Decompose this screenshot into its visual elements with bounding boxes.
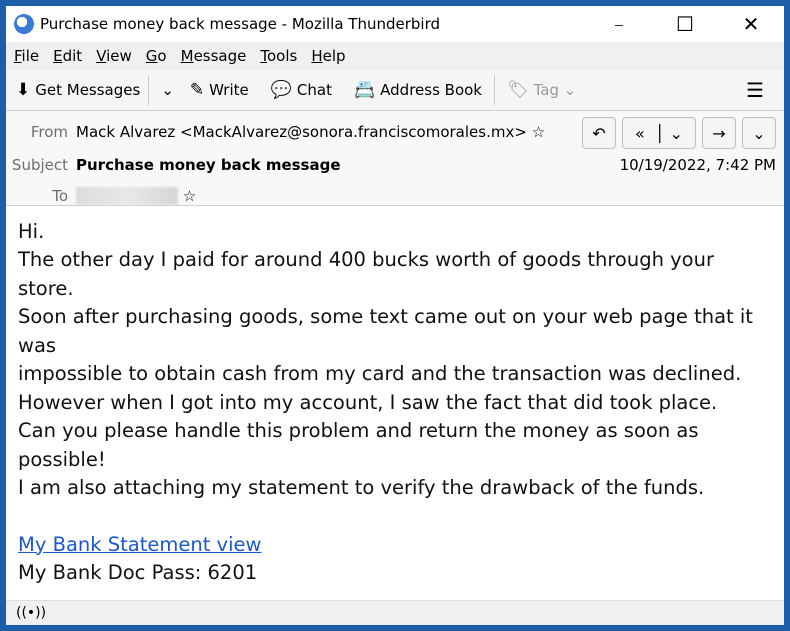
body-line: Hi. bbox=[18, 219, 45, 243]
reply-button[interactable]: ↶ bbox=[582, 117, 616, 150]
address-book-icon: 📇 bbox=[353, 80, 376, 101]
from-label: From bbox=[30, 123, 68, 142]
title-bar: Purchase money back message - Mozilla Th… bbox=[6, 6, 784, 42]
download-icon: ⬇ bbox=[16, 80, 31, 101]
body-line: Soon after purchasing goods, some text c… bbox=[18, 305, 753, 357]
chat-button[interactable]: 💬 Chat bbox=[271, 80, 332, 100]
status-bar: ((•)) bbox=[6, 599, 784, 625]
menu-help[interactable]: Help bbox=[311, 47, 345, 65]
forward-icon: → bbox=[712, 123, 726, 143]
thunderbird-window: Purchase money back message - Mozilla Th… bbox=[6, 6, 784, 625]
menu-edit[interactable]: Edit bbox=[53, 47, 82, 65]
subject-label: Subject bbox=[11, 156, 68, 175]
message-header: From Mack Alvarez <MackAlvarez@sonora.fra… bbox=[6, 111, 784, 206]
thunderbird-logo-icon bbox=[14, 13, 34, 34]
from-value[interactable]: Mack Alvarez <MackAlvarez@sonora.francis… bbox=[76, 123, 527, 141]
menu-file[interactable]: File bbox=[14, 47, 39, 65]
from-row: From Mack Alvarez <MackAlvarez@sonora.fra… bbox=[6, 123, 545, 141]
body-line: impossible to obtain cash from my card a… bbox=[18, 362, 742, 386]
write-label: Write bbox=[209, 81, 249, 100]
to-label: To bbox=[52, 187, 68, 206]
menu-bar: File Edit View Go Message Tools Help bbox=[6, 41, 784, 70]
get-messages-button[interactable]: ⬇ Get Messages bbox=[16, 80, 140, 100]
chevron-down-icon: ⌄ bbox=[669, 123, 684, 143]
chat-icon: 💬 bbox=[270, 80, 292, 101]
message-body: Hi. The other day I paid for around 400 … bbox=[6, 206, 784, 600]
message-actions: ↶ « │ ⌄ → ⌄ bbox=[582, 117, 776, 150]
tag-label: Tag bbox=[533, 81, 559, 100]
body-line: However when I got into my account, I sa… bbox=[18, 390, 718, 414]
window-title: Purchase money back message - Mozilla Th… bbox=[40, 14, 440, 33]
divider bbox=[148, 75, 150, 106]
reply-all-button[interactable]: « │ ⌄ bbox=[622, 117, 696, 150]
subject-row: Subject Purchase money back message bbox=[6, 156, 341, 174]
forward-button[interactable]: → bbox=[702, 117, 736, 150]
address-book-button[interactable]: 📇 Address Book bbox=[354, 80, 482, 100]
chat-label: Chat bbox=[296, 81, 332, 100]
subject-value: Purchase money back message bbox=[76, 156, 341, 175]
chevron-down-icon: ⌄ bbox=[161, 81, 174, 100]
more-button[interactable]: ⌄ bbox=[742, 117, 776, 150]
menu-go[interactable]: Go bbox=[146, 47, 167, 65]
chevron-down-icon: ⌄ bbox=[563, 81, 577, 100]
reply-all-icon: « bbox=[634, 123, 645, 143]
maximize-button[interactable]: ☐ bbox=[652, 12, 718, 36]
bank-statement-link[interactable]: My Bank Statement view bbox=[18, 533, 261, 556]
close-button[interactable]: ✕ bbox=[718, 12, 784, 36]
message-date: 10/19/2022, 7:42 PM bbox=[619, 156, 776, 175]
online-status-icon[interactable]: ((•)) bbox=[16, 605, 46, 621]
divider bbox=[494, 75, 495, 106]
menu-view[interactable]: View bbox=[96, 47, 132, 65]
star-icon[interactable]: ☆ bbox=[532, 123, 545, 141]
toolbar: ⬇ Get Messages ⌄ ✎ Write 💬 Chat 📇 Address Bo… bbox=[6, 69, 784, 112]
reply-icon: ↶ bbox=[592, 123, 606, 143]
write-button[interactable]: ✎ Write bbox=[190, 80, 249, 100]
body-line: I am also attaching my statement to veri… bbox=[18, 476, 705, 500]
pencil-icon: ✎ bbox=[189, 80, 205, 101]
minimize-button[interactable]: – bbox=[586, 12, 652, 36]
tag-icon: 🏷 bbox=[507, 80, 529, 101]
body-line: Can you please handle this problem and r… bbox=[18, 419, 699, 471]
get-messages-dropdown[interactable]: ⌄ bbox=[161, 81, 174, 99]
star-icon[interactable]: ☆ bbox=[183, 187, 196, 205]
tag-button[interactable]: 🏷 Tag ⌄ bbox=[507, 80, 576, 100]
body-line: The other day I paid for around 400 buck… bbox=[18, 248, 714, 300]
menu-message[interactable]: Message bbox=[181, 47, 247, 65]
address-book-label: Address Book bbox=[380, 81, 482, 100]
chevron-down-icon: ⌄ bbox=[752, 123, 766, 143]
menu-tools[interactable]: Tools bbox=[260, 47, 297, 65]
doc-pass-line: My Bank Doc Pass: 6201 bbox=[18, 561, 258, 585]
get-messages-label: Get Messages bbox=[35, 81, 141, 100]
redacted-recipient bbox=[76, 187, 178, 206]
to-row: To ☆ bbox=[6, 187, 196, 206]
hamburger-menu-icon[interactable]: ☰ bbox=[746, 78, 764, 102]
